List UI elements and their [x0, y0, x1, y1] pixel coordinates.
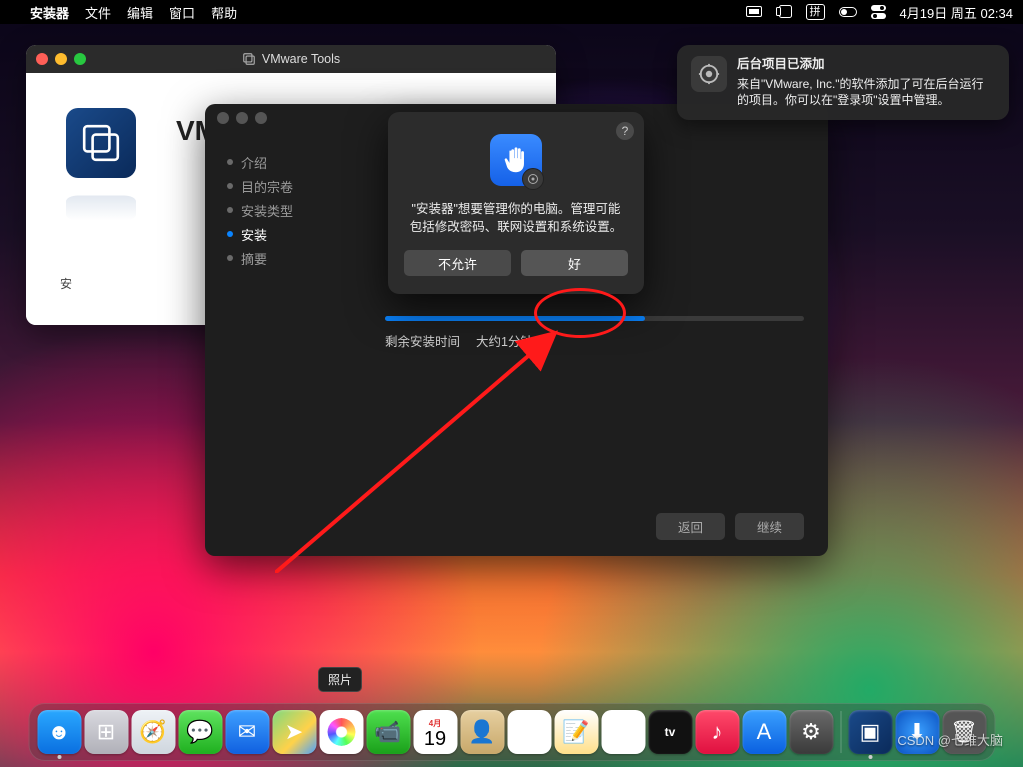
notification-body: 来自"VMware, Inc."的软件添加了可在后台运行的项目。你可以在"登录项… — [737, 76, 995, 110]
dock-app-calendar[interactable]: 4月19 — [413, 710, 457, 754]
menubar: 安装器 文件 编辑 窗口 帮助 拼 4月19日 周五 02:34 — [0, 0, 1023, 24]
installer-step: 安装 — [227, 222, 365, 246]
watermark: CSDN @七维大脑 — [897, 730, 1003, 749]
dock-app-safari[interactable]: 🧭 — [131, 710, 175, 754]
back-button: 返回 — [656, 513, 725, 540]
dock: ☻⊞🧭💬✉➤📹4月19👤☰📝〰tv♪A⚙▣⬇🗑 — [28, 703, 995, 761]
installer-step: 安装类型 — [227, 198, 365, 222]
install-progress-bar — [385, 316, 804, 321]
vmware-app-icon — [66, 108, 136, 178]
maximize-button[interactable] — [74, 53, 86, 65]
vmware-caption: 安 — [60, 275, 72, 292]
app-menu[interactable]: 安装器 — [30, 3, 69, 22]
vmware-window-title: VMware Tools — [262, 52, 340, 66]
installer-steps-sidebar: 介绍目的宗卷安装类型安装摘要 — [205, 132, 375, 556]
progress-value: 大约1分钟 — [476, 331, 533, 350]
close-button[interactable] — [36, 53, 48, 65]
dock-app-maps[interactable]: ➤ — [272, 710, 316, 754]
menubar-datetime[interactable]: 4月19日 周五 02:34 — [900, 3, 1013, 22]
installer-step: 介绍 — [227, 150, 365, 174]
display-icon[interactable] — [746, 6, 762, 18]
minimize-button[interactable] — [55, 53, 67, 65]
dock-app-notes[interactable]: 📝 — [554, 710, 598, 754]
allow-button[interactable]: 好 — [521, 250, 628, 276]
settings-icon — [691, 56, 727, 92]
menu-file[interactable]: 文件 — [85, 3, 111, 22]
progress-label: 剩余安装时间 — [385, 331, 460, 350]
settings-badge-icon — [522, 168, 544, 190]
dock-app-appstore[interactable]: A — [742, 710, 786, 754]
input-method-indicator[interactable]: 拼 — [806, 4, 825, 20]
dock-separator — [840, 711, 841, 753]
vmware-titlebar: VMware Tools — [26, 45, 556, 73]
minimize-button[interactable] — [236, 112, 248, 124]
maximize-button[interactable] — [255, 112, 267, 124]
menu-edit[interactable]: 编辑 — [127, 3, 153, 22]
dock-app-mail[interactable]: ✉ — [225, 710, 269, 754]
notification-banner[interactable]: 后台项目已添加 来自"VMware, Inc."的软件添加了可在后台运行的项目。… — [677, 45, 1009, 120]
dock-app-installer-dock[interactable]: ▣ — [848, 710, 892, 754]
installer-traffic-lights — [217, 112, 267, 124]
dock-app-tv[interactable]: tv — [648, 710, 692, 754]
dock-app-reminders[interactable]: ☰ — [507, 710, 551, 754]
menu-window[interactable]: 窗口 — [169, 3, 195, 22]
dock-app-contacts[interactable]: 👤 — [460, 710, 504, 754]
continue-button: 继续 — [735, 513, 804, 540]
permission-dialog: ? "安装器"想要管理你的电脑。管理可能包括修改密码、联网设置和系统设置。 不允… — [388, 112, 644, 294]
dock-app-finder[interactable]: ☻ — [37, 710, 81, 754]
dock-app-facetime[interactable]: 📹 — [366, 710, 410, 754]
deny-button[interactable]: 不允许 — [404, 250, 511, 276]
menu-help[interactable]: 帮助 — [211, 3, 237, 22]
notification-title: 后台项目已添加 — [737, 56, 995, 74]
installer-step: 摘要 — [227, 246, 365, 270]
dock-app-settings[interactable]: ⚙ — [789, 710, 833, 754]
dialog-message: "安装器"想要管理你的电脑。管理可能包括修改密码、联网设置和系统设置。 — [404, 200, 628, 250]
stage-manager-icon[interactable] — [776, 5, 792, 19]
dock-app-photos[interactable] — [319, 710, 363, 754]
control-center-icon[interactable] — [871, 5, 886, 19]
dock-tooltip: 照片 — [318, 667, 362, 692]
dock-app-freeform[interactable]: 〰 — [601, 710, 645, 754]
installer-step: 目的宗卷 — [227, 174, 365, 198]
switch-icon[interactable] — [839, 7, 857, 17]
dock-app-music[interactable]: ♪ — [695, 710, 739, 754]
dock-app-launchpad[interactable]: ⊞ — [84, 710, 128, 754]
close-button[interactable] — [217, 112, 229, 124]
vmware-title-icon — [242, 52, 256, 66]
dock-app-messages[interactable]: 💬 — [178, 710, 222, 754]
